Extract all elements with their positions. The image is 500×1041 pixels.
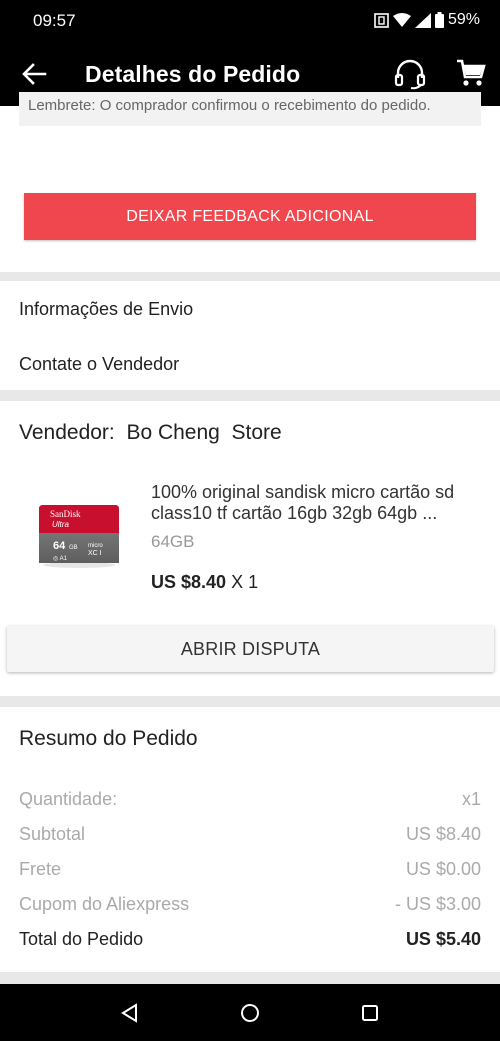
- contact-seller-link[interactable]: Contate o Vendedor: [19, 354, 179, 375]
- battery-percent: 59%: [447, 11, 480, 28]
- cart-icon[interactable]: [456, 58, 486, 88]
- product-quantity: X 1: [231, 572, 259, 592]
- seller-name: Bo Cheng Store: [126, 421, 282, 444]
- nav-recents-icon[interactable]: [359, 1002, 381, 1024]
- svg-text:◎ A1: ◎ A1: [53, 556, 68, 562]
- product-image[interactable]: SanDisk Ultra 64 GB ◎ A1 micro XC Ⅰ: [36, 505, 122, 569]
- summary-row-value: x1: [461, 789, 481, 809]
- page-title: Detalhes do Pedido: [85, 61, 301, 87]
- signal-icon: [414, 12, 431, 28]
- summary-row: Frete US $0.00: [19, 859, 481, 883]
- price-line: US $8.40 X 1: [151, 572, 258, 593]
- svg-text:micro: micro: [88, 543, 103, 549]
- summary-row-value: US $8.40: [405, 824, 481, 844]
- seller-label: Vendedor:: [19, 421, 115, 444]
- card-brand-text: SanDisk: [50, 509, 81, 519]
- summary-row-value: - US $3.00: [394, 894, 481, 914]
- card-capacity-text: 64: [53, 540, 66, 552]
- order-status-section: Lembrete: O comprador confirmou o recebi…: [0, 92, 500, 272]
- reminder-text: Lembrete: O comprador confirmou o recebi…: [28, 97, 431, 114]
- status-icons: 59%: [374, 11, 480, 29]
- shipping-info-link[interactable]: Informações de Envio: [19, 299, 193, 320]
- summary-row-label: Subtotal: [19, 824, 86, 844]
- nav-back-icon[interactable]: [119, 1002, 141, 1024]
- wifi-icon: [392, 12, 411, 27]
- order-total-value: US $5.40: [405, 929, 481, 949]
- card-line-text: Ultra: [52, 520, 69, 529]
- svg-text:GB: GB: [69, 545, 78, 551]
- summary-row-label: Frete: [19, 859, 62, 879]
- summary-row-value: US $0.00: [405, 859, 481, 879]
- summary-row: Subtotal US $8.40: [19, 824, 481, 848]
- back-arrow-icon[interactable]: [20, 60, 48, 88]
- system-nav-bar: [0, 984, 500, 1041]
- seller-section: Vendedor: Bo Cheng Store SanDisk Ultra 6…: [0, 401, 500, 696]
- product-title[interactable]: 100% original sandisk micro cartão sd cl…: [151, 482, 481, 524]
- nav-home-icon[interactable]: [239, 1002, 261, 1024]
- svg-text:XC Ⅰ: XC Ⅰ: [88, 550, 102, 557]
- order-links-section: Informações de Envio Contate o Vendedor: [0, 281, 500, 390]
- battery-icon: [434, 12, 444, 28]
- summary-row-label: Quantidade:: [19, 789, 118, 809]
- headset-icon[interactable]: [393, 58, 427, 90]
- summary-row: Cupom do Aliexpress - US $3.00: [19, 894, 481, 918]
- summary-row-label: Cupom do Aliexpress: [19, 894, 190, 914]
- summary-row: Quantidade: x1: [19, 789, 481, 813]
- reminder-banner: Lembrete: O comprador confirmou o recebi…: [19, 92, 481, 126]
- nfc-icon: [374, 12, 389, 28]
- status-bar: 09:57 59%: [0, 0, 500, 42]
- seller-line[interactable]: Vendedor: Bo Cheng Store: [19, 421, 282, 445]
- open-dispute-button[interactable]: ABRIR DISPUTA: [7, 626, 494, 672]
- product-price: US $8.40: [151, 572, 227, 592]
- leave-feedback-button[interactable]: DEIXAR FEEDBACK ADICIONAL: [24, 193, 476, 240]
- order-total-label: Total do Pedido: [19, 929, 144, 949]
- order-summary-section: Resumo do Pedido Quantidade: x1 Subtotal…: [0, 707, 500, 972]
- status-time: 09:57: [33, 11, 76, 30]
- product-variant: 64GB: [151, 532, 195, 551]
- order-total-row: Total do Pedido US $5.40: [19, 929, 481, 953]
- summary-title: Resumo do Pedido: [19, 727, 198, 750]
